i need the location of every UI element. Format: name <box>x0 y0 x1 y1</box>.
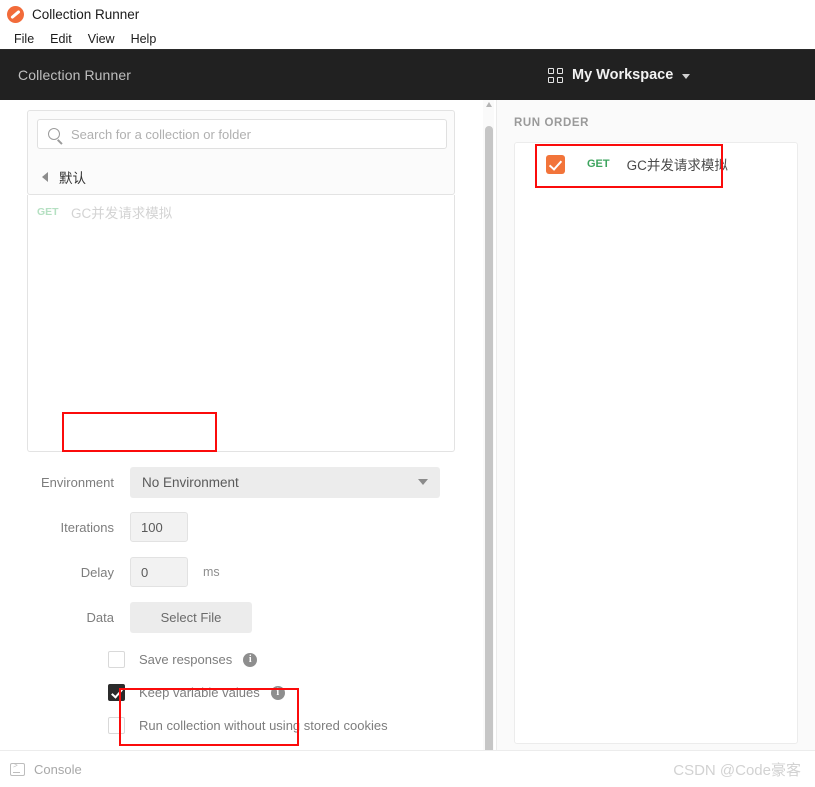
select-file-button[interactable]: Select File <box>130 601 252 633</box>
checkbox[interactable] <box>108 651 125 668</box>
list-item[interactable]: GET GC并发请求模拟 <box>28 195 454 229</box>
request-method: GET <box>37 206 59 218</box>
delay-unit: ms <box>203 565 220 579</box>
workspace-selector[interactable]: My Workspace <box>548 50 691 100</box>
info-icon[interactable]: i <box>270 685 285 700</box>
option-label: Save responses <box>139 652 233 667</box>
data-row: Data Select File <box>0 600 470 634</box>
run-order-list: GET GC并发请求模拟 <box>514 142 798 744</box>
search-input[interactable] <box>71 126 441 142</box>
window-titlebar: Collection Runner <box>0 0 815 28</box>
environment-row: Environment No Environment <box>0 465 470 499</box>
run-order-title: RUN ORDER <box>514 117 590 129</box>
info-icon[interactable]: i <box>243 652 258 667</box>
triangle-down-icon <box>418 479 428 485</box>
search-icon <box>48 128 60 140</box>
environment-select[interactable]: No Environment <box>130 466 440 498</box>
checkbox[interactable] <box>108 684 125 701</box>
option-save-responses[interactable]: Save responses i <box>0 643 388 676</box>
checkbox[interactable] <box>108 717 125 734</box>
run-order-pane: RUN ORDER GET GC并发请求模拟 <box>496 100 815 762</box>
workspace-label: My Workspace <box>572 67 674 83</box>
delay-label: Delay <box>80 564 114 580</box>
grid-icon <box>548 67 563 83</box>
data-label: Data <box>86 609 114 625</box>
run-settings-form: Environment No Environment Iterations De… <box>0 465 470 645</box>
console-label: Console <box>34 761 82 777</box>
menu-bar: File Edit View Help <box>0 28 815 50</box>
environment-value: No Environment <box>142 474 239 490</box>
request-list: GET GC并发请求模拟 <box>27 195 455 452</box>
list-item[interactable]: GET GC并发请求模拟 <box>515 143 797 185</box>
request-name: GC并发请求模拟 <box>71 206 173 221</box>
environment-label: Environment <box>41 474 114 490</box>
console-icon <box>10 762 25 776</box>
window-title: Collection Runner <box>32 6 140 22</box>
app-header-title: Collection Runner <box>18 67 131 83</box>
chevron-down-icon <box>682 73 691 79</box>
collection-name: 默认 <box>59 171 86 186</box>
checkbox[interactable] <box>546 154 565 174</box>
option-label: Keep variable values <box>139 685 260 700</box>
scroll-up-arrow-icon[interactable] <box>486 102 492 107</box>
collection-breadcrumb[interactable]: 默认 <box>28 160 454 194</box>
request-method: GET <box>587 158 610 170</box>
footer-bar: Console CSDN @Code豪客 <box>0 750 815 787</box>
option-keep-variable-values[interactable]: Keep variable values i <box>0 676 388 709</box>
collection-search-card: 默认 <box>27 110 455 195</box>
iterations-input[interactable] <box>130 512 188 542</box>
iterations-label: Iterations <box>60 519 114 535</box>
console-button[interactable]: Console <box>10 762 82 777</box>
postman-logo-icon <box>7 5 24 23</box>
iterations-row: Iterations <box>0 510 470 544</box>
menu-item-view[interactable]: View <box>80 28 123 50</box>
menu-item-help[interactable]: Help <box>123 28 165 50</box>
option-run-without-cookies[interactable]: Run collection without using stored cook… <box>0 709 388 742</box>
request-name: GC并发请求模拟 <box>626 158 728 173</box>
menu-item-file[interactable]: File <box>6 28 42 50</box>
run-options: Save responses i Keep variable values i … <box>0 643 388 762</box>
option-label: Run collection without using stored cook… <box>139 718 388 733</box>
scrollbar-thumb[interactable] <box>485 126 493 756</box>
main-content: 默认 GET GC并发请求模拟 Environment No Environme… <box>0 100 815 762</box>
watermark: CSDN @Code豪客 <box>673 761 801 779</box>
delay-input[interactable] <box>130 557 188 587</box>
app-header: Collection Runner My Workspace <box>0 50 815 100</box>
triangle-left-icon <box>42 172 48 182</box>
vertical-scrollbar[interactable] <box>483 100 494 762</box>
menu-item-edit[interactable]: Edit <box>42 28 80 50</box>
delay-row: Delay ms <box>0 555 470 589</box>
search-box[interactable] <box>37 119 447 149</box>
collection-config-pane: 默认 GET GC并发请求模拟 Environment No Environme… <box>0 100 487 762</box>
